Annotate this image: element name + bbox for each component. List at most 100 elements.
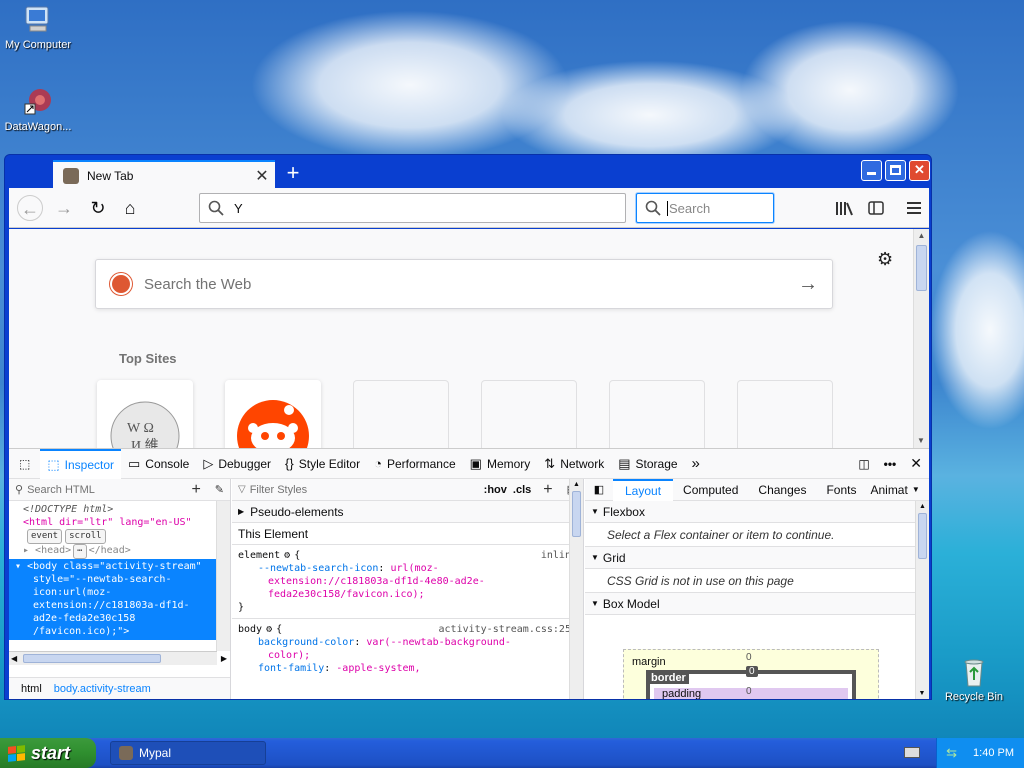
back-button[interactable]: ← xyxy=(17,195,43,221)
top-site-tile[interactable] xyxy=(225,380,321,448)
tab-fonts[interactable]: Fonts xyxy=(816,483,866,497)
scroll-thumb[interactable] xyxy=(918,513,927,559)
inspector-icon: ⬚ xyxy=(47,456,60,472)
minimize-icon xyxy=(867,172,876,175)
rule-selector[interactable]: element xyxy=(238,549,280,562)
close-tab-icon[interactable]: ✕ xyxy=(253,166,271,186)
page-scrollbar[interactable]: ▲ ▼ xyxy=(913,229,929,448)
arrow-right-icon[interactable]: → xyxy=(798,273,818,296)
tab-console[interactable]: ▭ Console xyxy=(121,449,196,479)
grid-header[interactable]: ▼ Grid xyxy=(585,547,929,569)
rule-selector[interactable]: body xyxy=(238,623,262,636)
close-devtools-button[interactable]: ✕ xyxy=(903,449,929,479)
chevron-down-icon: ▼ xyxy=(591,553,599,562)
head-node[interactable]: ▸ <head> ⋯ </head> xyxy=(9,544,230,559)
more-options-button[interactable]: ••• xyxy=(877,449,904,479)
minimize-button[interactable] xyxy=(861,160,882,181)
filter-styles-input[interactable]: Filter Styles xyxy=(250,484,484,496)
taskbar-item-mypal[interactable]: Mypal xyxy=(110,741,266,765)
rule-source[interactable]: activity-stream.css:254 xyxy=(439,623,577,636)
add-node-icon[interactable]: + xyxy=(191,481,200,499)
desktop-icon-my-computer[interactable]: My Computer xyxy=(0,4,78,51)
declaration-value[interactable]: var(--newtab-background- xyxy=(366,637,511,648)
tab-debugger[interactable]: ▷ Debugger xyxy=(196,449,278,479)
top-site-tile[interactable]: W Ω И 維 xyxy=(97,380,193,448)
cls-button[interactable]: .cls xyxy=(513,484,531,496)
event-badge[interactable]: event xyxy=(27,529,63,544)
body-node[interactable]: ▾ <body class="activity-stream" style="-… xyxy=(9,559,230,640)
toggle-sidebar-icon[interactable]: ◧ xyxy=(585,483,613,496)
library-button[interactable] xyxy=(831,195,857,221)
scroll-up-icon[interactable]: ▲ xyxy=(914,229,929,243)
tab-storage[interactable]: ▤ Storage xyxy=(611,449,684,479)
rules-vscrollbar[interactable]: ▲ xyxy=(569,479,583,699)
tab-computed[interactable]: Computed xyxy=(673,483,748,497)
margin-top-value[interactable]: 0 xyxy=(746,652,752,663)
menu-button[interactable] xyxy=(901,195,927,221)
tab-new-tab[interactable]: New Tab ✕ xyxy=(53,160,275,189)
home-button[interactable]: ⌂ xyxy=(117,195,143,221)
sidebar-button[interactable] xyxy=(863,195,889,221)
declaration-value[interactable]: url(moz- xyxy=(390,563,438,574)
tab-changes[interactable]: Changes xyxy=(748,483,816,497)
tab-performance[interactable]: ◔ Performance xyxy=(367,449,463,479)
tab-inspector[interactable]: ⬚ Inspector xyxy=(40,448,121,479)
doctype-node[interactable]: <!DOCTYPE html> xyxy=(9,503,230,516)
flexbox-header[interactable]: ▼ Flexbox xyxy=(585,501,929,523)
scroll-thumb[interactable] xyxy=(916,245,927,291)
declaration-property[interactable]: font-family xyxy=(258,663,324,674)
desktop-icon-datawagon[interactable]: DataWagon... xyxy=(0,86,78,133)
settings-gear-icon[interactable]: ⚙ xyxy=(877,249,893,270)
breadcrumb-item[interactable]: body.activity-stream xyxy=(54,683,151,695)
network-tray-icon[interactable]: ⇆ xyxy=(946,745,957,761)
newtab-search-placeholder: Search the Web xyxy=(144,275,252,293)
tab-layout[interactable]: Layout xyxy=(613,479,674,501)
url-bar[interactable]: Y xyxy=(199,193,626,223)
declaration-property[interactable]: background-color xyxy=(258,637,354,648)
scroll-left-icon[interactable]: ◀ xyxy=(11,652,17,666)
element-picker-button[interactable]: ⬚ xyxy=(9,449,40,479)
url-input[interactable]: Y xyxy=(234,201,243,216)
gear-icon[interactable]: ⚙ xyxy=(284,549,290,562)
declaration-property[interactable]: --newtab-search-icon xyxy=(258,563,378,574)
scroll-badge[interactable]: scroll xyxy=(65,529,106,544)
padding-top-value[interactable]: 0 xyxy=(746,686,752,697)
scroll-down-icon[interactable]: ▼ xyxy=(914,434,928,448)
tab-network[interactable]: ⇅ Network xyxy=(537,449,611,479)
border-top-value[interactable]: 0 xyxy=(746,666,758,677)
markup-vscrollbar[interactable] xyxy=(216,501,230,651)
desktop-icon-recycle-bin[interactable]: Recycle Bin xyxy=(934,656,1014,703)
clock[interactable]: 1:40 PM xyxy=(973,747,1014,759)
maximize-button[interactable] xyxy=(885,160,906,181)
breadcrumb-item[interactable]: html xyxy=(21,683,42,695)
close-window-button[interactable]: ✕ xyxy=(909,160,930,181)
tab-animations[interactable]: Animat xyxy=(866,483,911,497)
add-rule-icon[interactable]: + xyxy=(543,481,552,499)
search-html-input[interactable]: Search HTML xyxy=(27,484,191,496)
hov-button[interactable]: :hov xyxy=(484,484,507,496)
declaration-value[interactable]: -apple-system, xyxy=(336,663,420,674)
keyboard-icon[interactable] xyxy=(904,747,920,758)
markup-hscrollbar[interactable]: ◀ ▶ xyxy=(9,651,227,666)
more-tabs-button[interactable]: » xyxy=(685,449,707,479)
start-button[interactable]: start xyxy=(0,738,96,768)
html-node[interactable]: <html dir="ltr" lang="en-US" xyxy=(9,516,230,529)
dock-button[interactable]: ◫ xyxy=(851,449,876,479)
eyedropper-icon[interactable]: ✎ xyxy=(215,483,224,496)
scroll-thumb[interactable] xyxy=(572,491,581,537)
search-bar[interactable]: Search xyxy=(636,193,774,223)
gear-icon[interactable]: ⚙ xyxy=(266,623,272,636)
hscroll-thumb[interactable] xyxy=(23,654,161,663)
reload-button[interactable]: ↻ xyxy=(85,195,111,221)
tab-style-editor[interactable]: {} Style Editor xyxy=(278,449,367,479)
forward-button[interactable]: → xyxy=(51,195,77,221)
search-input[interactable]: Search xyxy=(667,200,710,216)
pseudo-elements-header[interactable]: ▶ Pseudo-elements xyxy=(232,501,583,523)
chevron-down-icon[interactable]: ▼ xyxy=(912,485,920,494)
new-tab-button[interactable]: + xyxy=(279,162,307,186)
box-model-header[interactable]: ▼ Box Model xyxy=(585,593,929,615)
scroll-right-icon[interactable]: ▶ xyxy=(221,652,227,666)
layout-vscrollbar[interactable]: ▲ ▼ xyxy=(915,501,929,699)
newtab-search-box[interactable]: Search the Web → xyxy=(95,259,833,309)
tab-memory[interactable]: ▣ Memory xyxy=(463,449,538,479)
